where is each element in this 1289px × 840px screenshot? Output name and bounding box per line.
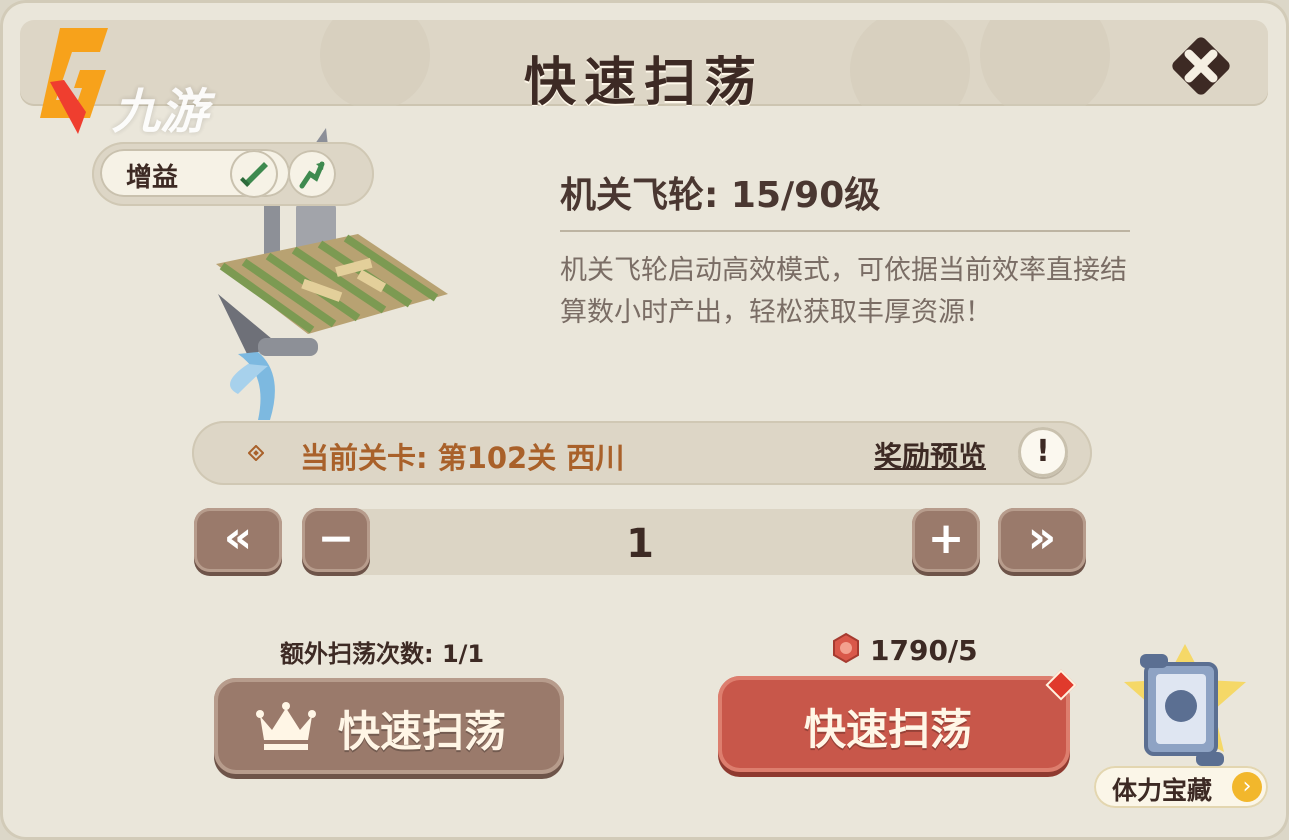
buff-label: 增益 [126,163,179,193]
double-chevron-left-icon: « [223,512,253,563]
buff-sword-button[interactable] [230,150,278,198]
watermark-text: 九游 [112,84,209,140]
extra-sweeps-label: 额外扫荡次数: 1/1 [280,640,485,668]
minus-icon: − [317,513,355,564]
diamond-icon [248,445,264,461]
building-title: 机关飞轮: 15/90级 [560,175,881,216]
plus-icon: + [927,513,965,564]
decrease-button[interactable]: − [302,508,370,572]
vip-sweep-label: 快速扫荡 [338,707,507,756]
arrow-up-icon [299,161,325,189]
sweep-button[interactable]: 快速扫荡 [718,676,1070,772]
increase-button[interactable]: + [912,508,980,572]
buff-upgrade-button[interactable] [288,150,336,198]
stage-bar: 当前关卡: 第102关 西川 奖励预览 ! [192,421,1092,485]
current-stage-text: 当前关卡: 第102关 西川 [300,441,625,475]
min-quantity-button[interactable]: « [194,508,282,572]
building-description: 机关飞轮启动高效模式，可依据当前效率直接结算数小时产出，轻松获取丰厚资源！ [560,255,1127,328]
max-quantity-button[interactable]: » [998,508,1086,572]
title-divider [560,230,1130,232]
close-icon [1172,37,1230,95]
vip-sweep-button[interactable]: 快速扫荡 [214,678,564,774]
info-icon: ! [1036,434,1050,469]
treasure-label-text: 体力宝藏 [1112,776,1213,805]
info-button[interactable]: ! [1018,427,1068,477]
stamina-gem-icon [833,632,859,664]
reward-preview-link[interactable]: 奖励预览 [874,435,986,475]
scroll-treasure-icon [1124,644,1246,766]
close-button[interactable] [1167,32,1235,100]
chevron-right-icon: › [1232,772,1262,802]
buff-bar: 增益 [92,142,374,206]
sweep-label: 快速扫荡 [804,705,973,754]
quantity-value: 1 [626,521,654,567]
sweep-dialog: 快速扫荡 九游 增益 机关飞轮: 15/90级 机关飞轮启动高效模式，可依据当前… [0,0,1289,840]
g-logo-icon [40,28,108,134]
stamina-cost-value: 1790/5 [870,634,978,667]
crown-icon [256,702,316,750]
sword-icon [240,162,268,187]
stamina-treasure-label[interactable]: 体力宝藏 › [1094,766,1268,808]
double-chevron-right-icon: » [1027,512,1057,563]
